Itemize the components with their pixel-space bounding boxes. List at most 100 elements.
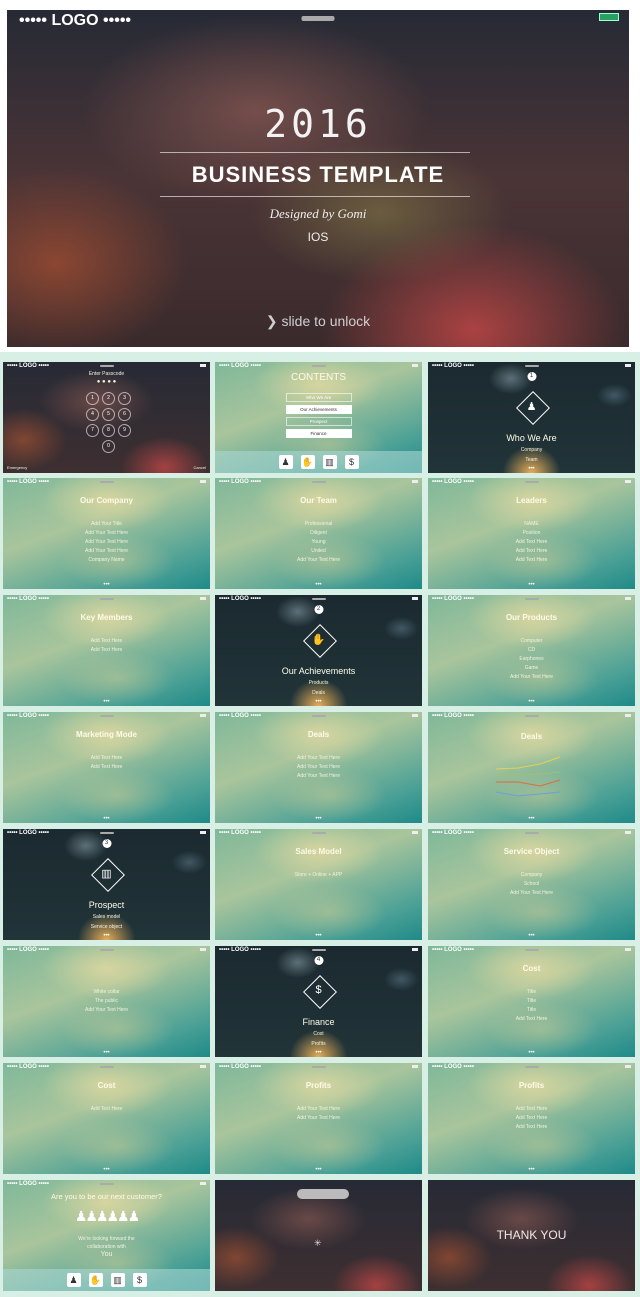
keypad-key[interactable]: 7 bbox=[86, 424, 99, 437]
speaker-notch bbox=[524, 598, 539, 600]
speaker-notch bbox=[99, 1066, 114, 1068]
slide-thumbnail[interactable]: ••••• LOGO ••••• Profits Add Text Here Add … bbox=[428, 1063, 635, 1174]
slide-title: Deals bbox=[307, 730, 330, 739]
logo: ••••• LOGO ••••• bbox=[219, 596, 262, 602]
page-dots: ••• bbox=[528, 1167, 535, 1173]
line-chart bbox=[495, 756, 561, 797]
page-dots: ••• bbox=[103, 933, 110, 939]
speaker-notch bbox=[524, 949, 539, 951]
section-item: Products bbox=[308, 680, 329, 686]
slide-text: Add Text Here bbox=[515, 539, 548, 545]
keypad-key[interactable]: 6 bbox=[118, 408, 131, 421]
battery-icon bbox=[200, 597, 206, 600]
slide-thumbnail[interactable]: ••••• LOGO ••••• Profits Add Your Text Her… bbox=[215, 1063, 422, 1174]
slide-thumbnail[interactable]: ••••• LOGO ••••• Our Team Professional Dili… bbox=[215, 478, 422, 589]
page-dots: ••• bbox=[103, 699, 110, 705]
slide-thumbnail[interactable]: ••••• LOGO ••••• 4 $ Finance Cost Profits ••• bbox=[215, 946, 422, 1057]
slide-title: Service Object bbox=[503, 847, 560, 856]
slide-text: School bbox=[523, 881, 540, 887]
slide-text: United bbox=[311, 548, 326, 554]
slide-thumbnail[interactable]: ••••• LOGO ••••• 3 ▥ Prospect Sales model Ser… bbox=[3, 829, 210, 940]
battery-icon bbox=[200, 1065, 206, 1068]
logo: ••••• LOGO ••••• bbox=[7, 363, 50, 369]
speaker-notch bbox=[99, 949, 114, 951]
speaker-notch bbox=[311, 365, 326, 367]
thank-you-text: THANK YOU bbox=[496, 1228, 567, 1242]
keypad-key[interactable]: 0 bbox=[102, 440, 115, 453]
slide-thumbnail[interactable]: ••••• LOGO ••••• Deals Add Your Text Here A… bbox=[215, 712, 422, 823]
slide-title: Profits bbox=[305, 1081, 332, 1090]
slide-text: Add Your Text Here bbox=[510, 890, 553, 896]
keypad-key[interactable]: 3 bbox=[118, 392, 131, 405]
year: 2016 bbox=[264, 102, 372, 146]
keypad-key[interactable]: 1 bbox=[86, 392, 99, 405]
keypad-key[interactable]: 5 bbox=[102, 408, 115, 421]
slide-text: Game bbox=[524, 665, 539, 671]
slide-thumbnail[interactable]: ••••• LOGO ••••• Sales Model Store + Onlin… bbox=[215, 829, 422, 940]
slide-thumbnail[interactable]: ••••• LOGO ••••• White collar The public Ad… bbox=[3, 946, 210, 1057]
keypad-key[interactable]: 8 bbox=[102, 424, 115, 437]
keypad-key[interactable]: 4 bbox=[86, 408, 99, 421]
page-dots: ••• bbox=[315, 1167, 322, 1173]
battery-icon bbox=[200, 948, 206, 951]
section-title: Finance bbox=[302, 1017, 335, 1027]
slide-text: Add Your Text Here bbox=[510, 674, 553, 680]
speaker-notch bbox=[99, 1183, 114, 1185]
contents-list: Who We Are Our Achievements Prospect Financ… bbox=[215, 393, 422, 438]
keypad-key[interactable]: 9 bbox=[118, 424, 131, 437]
slide-title: Our Team bbox=[300, 496, 337, 505]
series-line bbox=[496, 779, 561, 787]
slide-thumbnail[interactable]: ••••• LOGO ••••• Cost Title Title Title Add T… bbox=[428, 946, 635, 1057]
battery-icon bbox=[412, 364, 418, 367]
slide-thumbnail[interactable]: ••••• LOGO ••••• Enter Passcode ● ● ● ● 1 2 3… bbox=[3, 362, 210, 473]
slide-thumbnail[interactable]: ••••• LOGO ••••• Marketing Mode Add Text H… bbox=[3, 712, 210, 823]
contents-item: Who We Are bbox=[285, 393, 352, 402]
page-dots: ••• bbox=[528, 816, 535, 822]
contents-item: Our Achievements bbox=[285, 405, 352, 414]
slide-text: Earphones bbox=[519, 656, 544, 662]
logo: ••••• LOGO ••••• bbox=[219, 830, 262, 836]
slide-title: Key Members bbox=[80, 613, 133, 622]
page-dots: ••• bbox=[528, 933, 535, 939]
speaker-notch bbox=[99, 715, 114, 717]
slide-thumbnail[interactable]: ••••• LOGO ••••• CONTENTS Who We Are Our Ac… bbox=[215, 362, 422, 473]
speaker-notch bbox=[99, 365, 114, 367]
slide-text: Add Text Here bbox=[90, 755, 123, 761]
slide-text: Title bbox=[526, 998, 537, 1004]
slide-text: Add Text Here bbox=[90, 638, 123, 644]
series-line bbox=[495, 791, 561, 797]
battery-icon bbox=[412, 480, 418, 483]
notification-pill bbox=[297, 1189, 349, 1199]
slide-text: Add Text Here bbox=[90, 647, 123, 653]
keypad-key[interactable]: 2 bbox=[102, 392, 115, 405]
slide-title: Sales Model bbox=[295, 847, 342, 856]
slide-thumbnail[interactable]: ••••• LOGO ••••• Deals ••• bbox=[428, 712, 635, 823]
battery-icon bbox=[200, 1182, 206, 1185]
contents-item: Finance bbox=[285, 429, 352, 438]
section-title: Prospect bbox=[88, 900, 125, 910]
page-dots: ••• bbox=[528, 466, 535, 472]
section-item: Cost bbox=[313, 1031, 324, 1037]
chart-icon: ▥ bbox=[322, 455, 337, 469]
slide-thumbnail[interactable]: ••••• LOGO ••••• Leaders NAME Position Add T… bbox=[428, 478, 635, 589]
battery-icon bbox=[200, 364, 206, 367]
series-line bbox=[495, 771, 561, 777]
slide-text: Position bbox=[522, 530, 541, 536]
slide-thumbnail[interactable]: ••••• LOGO ••••• Key Members Add Text Here… bbox=[3, 595, 210, 706]
slide-thumbnail[interactable]: ••••• LOGO ••••• Service Object Company Sch… bbox=[428, 829, 635, 940]
logo: ••••• LOGO ••••• bbox=[432, 947, 475, 953]
logo: ••••• LOGO ••••• bbox=[432, 479, 475, 485]
slide-text: Add Your Text Here bbox=[85, 539, 128, 545]
slide-thumbnail[interactable]: ••••• LOGO ••••• 2 ✋ Our Achievements Produc… bbox=[215, 595, 422, 706]
logo: ••••• LOGO ••••• bbox=[219, 947, 262, 953]
slide-thumbnail[interactable]: ✳ bbox=[215, 1180, 422, 1291]
slide-thumbnail[interactable]: THANK YOU bbox=[428, 1180, 635, 1291]
slide-to-unlock[interactable]: ❯ slide to unlock bbox=[7, 313, 629, 330]
slide-thumbnail[interactable]: ••••• LOGO ••••• Our Company Add Your Titl… bbox=[3, 478, 210, 589]
slide-thumbnail[interactable]: ••••• LOGO ••••• Our Products Computer CD Ea… bbox=[428, 595, 635, 706]
slide-thumbnail[interactable]: ••••• LOGO ••••• Are you to be our next c… bbox=[3, 1180, 210, 1291]
slide-thumbnail[interactable]: ••••• LOGO ••••• 1 ♟ Who We Are Company Team •… bbox=[428, 362, 635, 473]
slide-thumbnail[interactable]: ••••• LOGO ••••• Cost Add Text Here ••• bbox=[3, 1063, 210, 1174]
battery-icon bbox=[200, 714, 206, 717]
section-item: Deals bbox=[312, 690, 325, 696]
